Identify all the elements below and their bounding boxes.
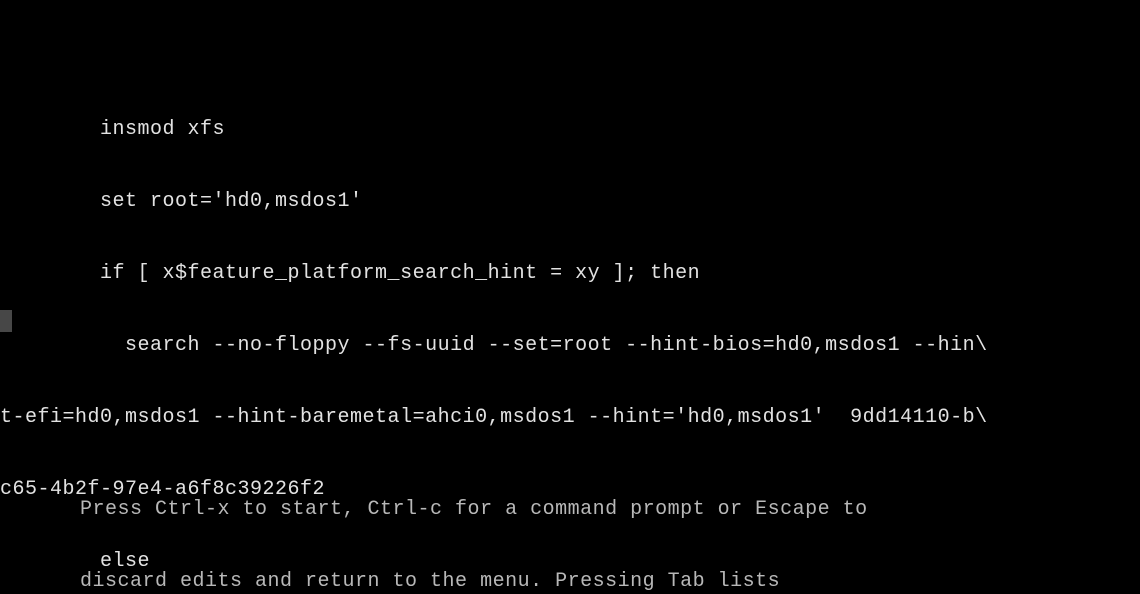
grub-line[interactable]: insmod xfs — [0, 118, 1140, 142]
grub-line[interactable]: if [ x$feature_platform_search_hint = xy… — [0, 262, 1140, 286]
grub-line[interactable]: search --no-floppy --fs-uuid --set=root … — [0, 334, 1140, 358]
grub-line[interactable]: set root='hd0,msdos1' — [0, 190, 1140, 214]
grub-help-text: Press Ctrl-x to start, Ctrl-c for a comm… — [80, 450, 868, 594]
text-cursor — [0, 310, 12, 332]
grub-line[interactable]: t-efi=hd0,msdos1 --hint-baremetal=ahci0,… — [0, 406, 1140, 430]
help-line: discard edits and return to the menu. Pr… — [80, 570, 868, 594]
help-line: Press Ctrl-x to start, Ctrl-c for a comm… — [80, 498, 868, 522]
